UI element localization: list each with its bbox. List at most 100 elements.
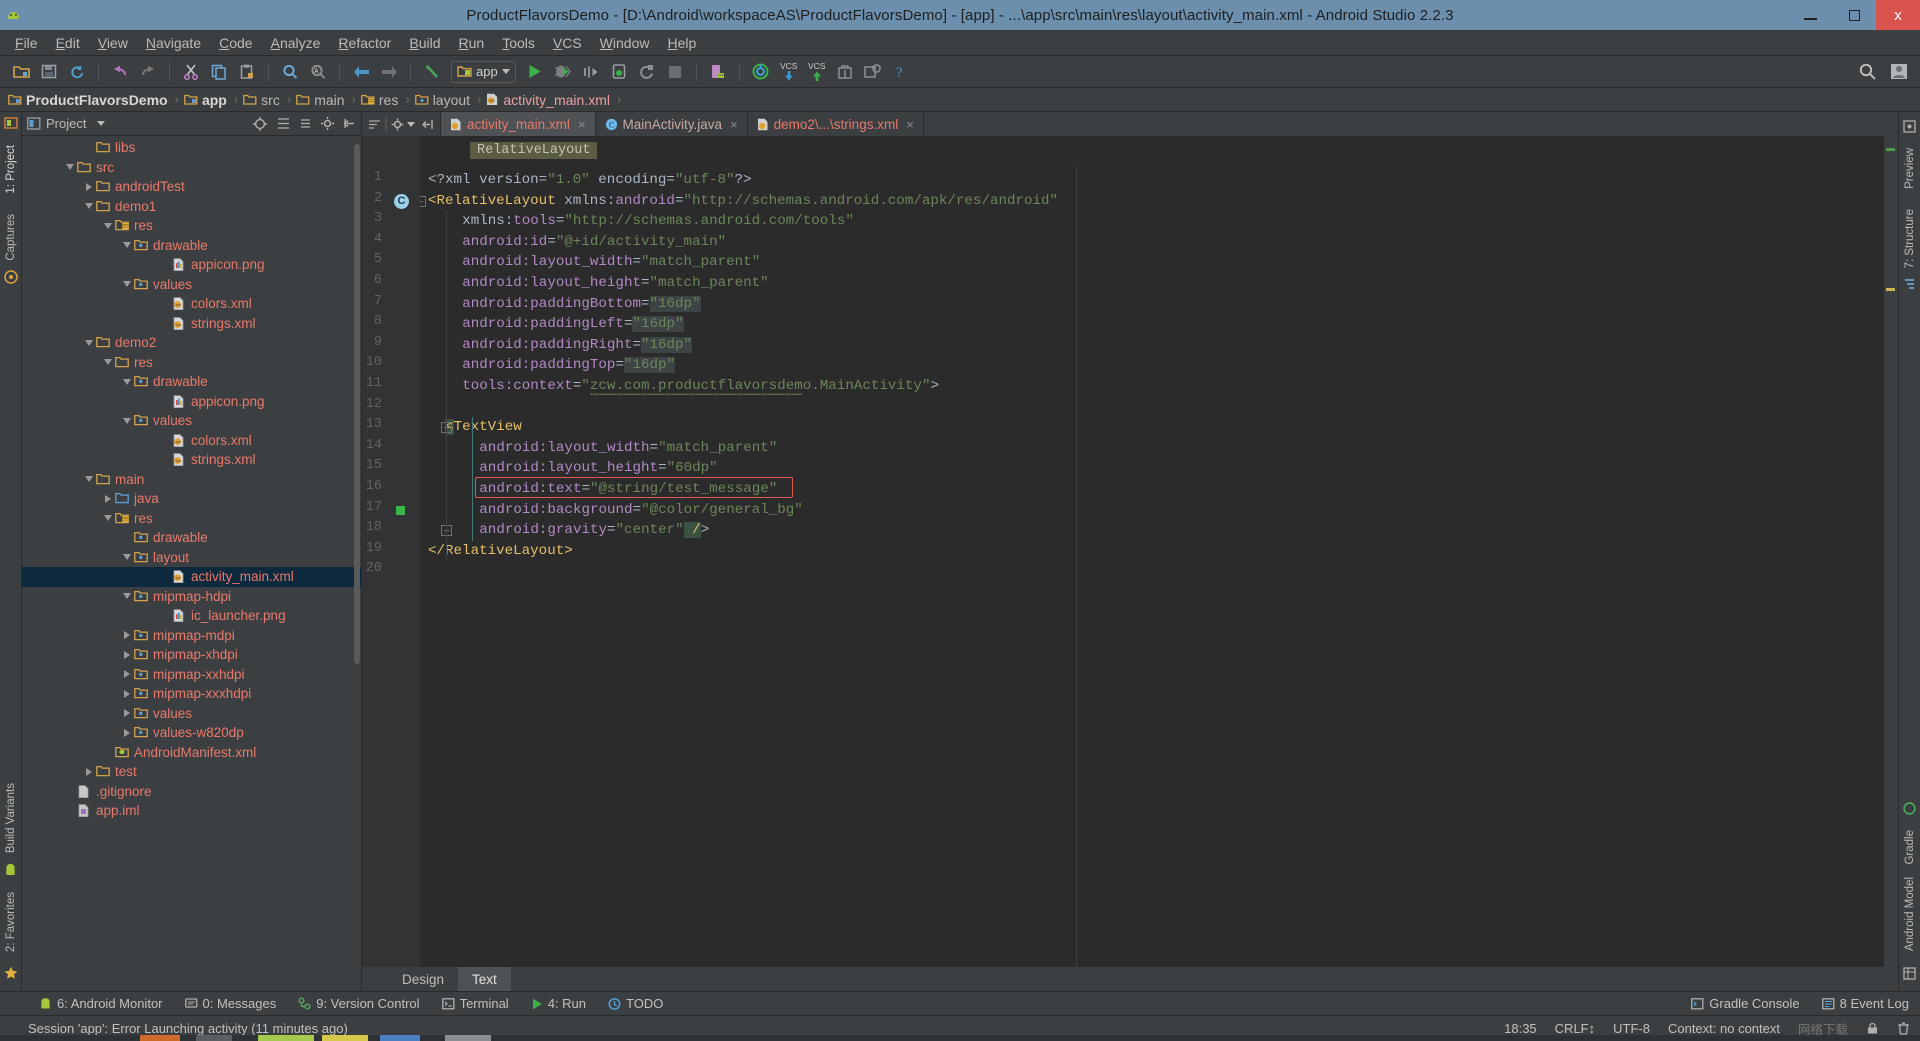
rail-item-gradle[interactable]: Gradle	[1904, 824, 1916, 871]
menu-analyze[interactable]: Analyze	[262, 32, 330, 54]
cut-button[interactable]	[178, 59, 204, 85]
bottom-item-run[interactable]: 4: Run	[520, 996, 597, 1011]
menu-help[interactable]: Help	[658, 32, 705, 54]
tree-item[interactable]: drawable	[22, 236, 361, 256]
collapse-arrow-icon[interactable]	[120, 418, 133, 424]
code-line[interactable]: android:gravity="center" />	[479, 520, 709, 541]
tree-item[interactable]: ic_launcher.png	[22, 606, 361, 626]
breadcrumb-item-layout[interactable]: layout	[415, 92, 472, 108]
tree-item[interactable]: mipmap-xxxhdpi	[22, 684, 361, 704]
collapse-arrow-icon[interactable]	[120, 242, 133, 248]
status-encoding[interactable]: UTF-8	[1613, 1021, 1650, 1036]
forward-button[interactable]	[376, 59, 402, 85]
bottom-item-gradle-console[interactable]: Gradle Console	[1680, 996, 1810, 1011]
bottom-item-android-monitor[interactable]: 6: Android Monitor	[28, 996, 174, 1011]
code-line[interactable]: android:layout_width="match_parent"	[462, 252, 760, 273]
menu-window[interactable]: Window	[591, 32, 659, 54]
expand-arrow-icon[interactable]	[120, 670, 133, 678]
attach-debugger-button[interactable]	[606, 59, 632, 85]
collapse-arrow-icon[interactable]	[82, 340, 95, 346]
collapse-all-icon[interactable]	[299, 117, 312, 130]
favorites-star-icon[interactable]	[4, 966, 18, 985]
tree-item[interactable]: appicon.png	[22, 255, 361, 275]
structure-rail-icon[interactable]	[1903, 278, 1916, 296]
find-button[interactable]	[277, 59, 303, 85]
breadcrumb-item-main[interactable]: main	[296, 92, 346, 108]
expand-arrow-icon[interactable]	[101, 495, 114, 503]
menu-code[interactable]: Code	[210, 32, 261, 54]
code-line[interactable]: android:background="@color/general_bg"	[479, 500, 803, 521]
menu-run[interactable]: Run	[449, 32, 493, 54]
lock-icon[interactable]	[1866, 1022, 1879, 1035]
last-edit-location-button[interactable]	[419, 59, 445, 85]
tree-item[interactable]: <>strings.xml	[22, 314, 361, 334]
user-profile-button[interactable]	[1886, 59, 1912, 85]
tab-text[interactable]: Text	[458, 967, 511, 991]
taskbar-item[interactable]	[258, 1035, 314, 1041]
collapse-arrow-icon[interactable]	[120, 281, 133, 287]
tree-item[interactable]: layout	[22, 548, 361, 568]
tree-item[interactable]: res	[22, 509, 361, 529]
taskbar-item[interactable]	[322, 1035, 368, 1041]
sdk-manager-button[interactable]	[748, 59, 774, 85]
expand-arrow-icon[interactable]	[82, 183, 95, 191]
close-button[interactable]: x	[1876, 0, 1920, 30]
android-model-icon[interactable]	[1903, 967, 1916, 985]
tree-item-selected[interactable]: <>activity_main.xml	[22, 567, 361, 587]
collapse-arrow-icon[interactable]	[120, 379, 133, 385]
expand-arrow-icon[interactable]	[120, 709, 133, 717]
breakpoint-run-marker[interactable]	[396, 506, 405, 515]
tree-item[interactable]: libs	[22, 138, 361, 158]
breadcrumb-item-file[interactable]: <> activity_main.xml	[486, 92, 612, 108]
tree-item[interactable]: <>colors.xml	[22, 294, 361, 314]
rail-item-captures[interactable]: Captures	[5, 208, 17, 267]
gradle-sync-button[interactable]	[832, 59, 858, 85]
undo-button[interactable]	[107, 59, 133, 85]
code-line[interactable]: android:paddingRight="16dp"	[462, 335, 692, 356]
editor-tab-mainactivity-java[interactable]: C MainActivity.java ×	[596, 112, 748, 136]
bottom-item-messages[interactable]: 0: Messages	[174, 996, 288, 1011]
taskbar-item[interactable]	[196, 1035, 232, 1041]
hide-panel-icon[interactable]	[343, 117, 356, 130]
tree-item[interactable]: mipmap-mdpi	[22, 626, 361, 646]
project-rail-icon[interactable]	[4, 116, 18, 135]
tree-item[interactable]: values	[22, 704, 361, 724]
tree-item[interactable]: AndroidManifest.xml	[22, 743, 361, 763]
code-line[interactable]: android:paddingLeft="16dp"	[462, 314, 683, 335]
fold-marker-relativelayout[interactable]: –	[420, 196, 426, 207]
expand-all-icon[interactable]	[277, 117, 290, 130]
tab-close-icon[interactable]: ×	[575, 117, 586, 132]
collapse-arrow-icon[interactable]	[101, 359, 114, 365]
tree-item[interactable]: <>colors.xml	[22, 431, 361, 451]
menu-view[interactable]: View	[89, 32, 137, 54]
code-line[interactable]: android:layout_width="match_parent"	[479, 438, 777, 459]
code-line[interactable]: xmlns:tools="http://schemas.android.com/…	[462, 211, 854, 232]
run-configuration-selector[interactable]: app	[451, 61, 516, 83]
editor-viewport[interactable]: 1234567891011121314151617181920C Relativ…	[362, 136, 1898, 967]
rail-item-android-model[interactable]: Android Model	[1904, 871, 1916, 957]
collapse-arrow-icon[interactable]	[63, 164, 76, 170]
replace-button[interactable]: A	[305, 59, 331, 85]
taskbar-item[interactable]	[140, 1035, 180, 1041]
status-context[interactable]: Context: no context	[1668, 1021, 1780, 1036]
tree-item[interactable]: test	[22, 762, 361, 782]
breadcrumb-item-app[interactable]: app	[184, 92, 229, 108]
tree-item[interactable]: demo1	[22, 197, 361, 217]
tab-options-chevron-down-icon[interactable]	[407, 122, 415, 127]
status-line-separator[interactable]: CRLF↕	[1555, 1021, 1595, 1036]
menu-edit[interactable]: Edit	[47, 32, 89, 54]
copy-button[interactable]	[206, 59, 232, 85]
menu-file[interactable]: File	[6, 32, 47, 54]
build-variants-icon[interactable]	[4, 863, 17, 882]
preview-rail-icon[interactable]	[1903, 120, 1916, 138]
bottom-item-terminal[interactable]: Terminal	[431, 996, 520, 1011]
search-everywhere-button[interactable]	[1854, 59, 1880, 85]
tree-item[interactable]: mipmap-xxhdpi	[22, 665, 361, 685]
tab-design[interactable]: Design	[388, 967, 458, 991]
gear-icon[interactable]	[391, 118, 404, 131]
rail-item-favorites[interactable]: 2: Favorites	[5, 886, 17, 958]
locate-file-icon[interactable]	[253, 117, 267, 131]
run-to-cursor-button[interactable]	[578, 59, 604, 85]
menu-tools[interactable]: Tools	[493, 32, 544, 54]
back-button[interactable]	[348, 59, 374, 85]
